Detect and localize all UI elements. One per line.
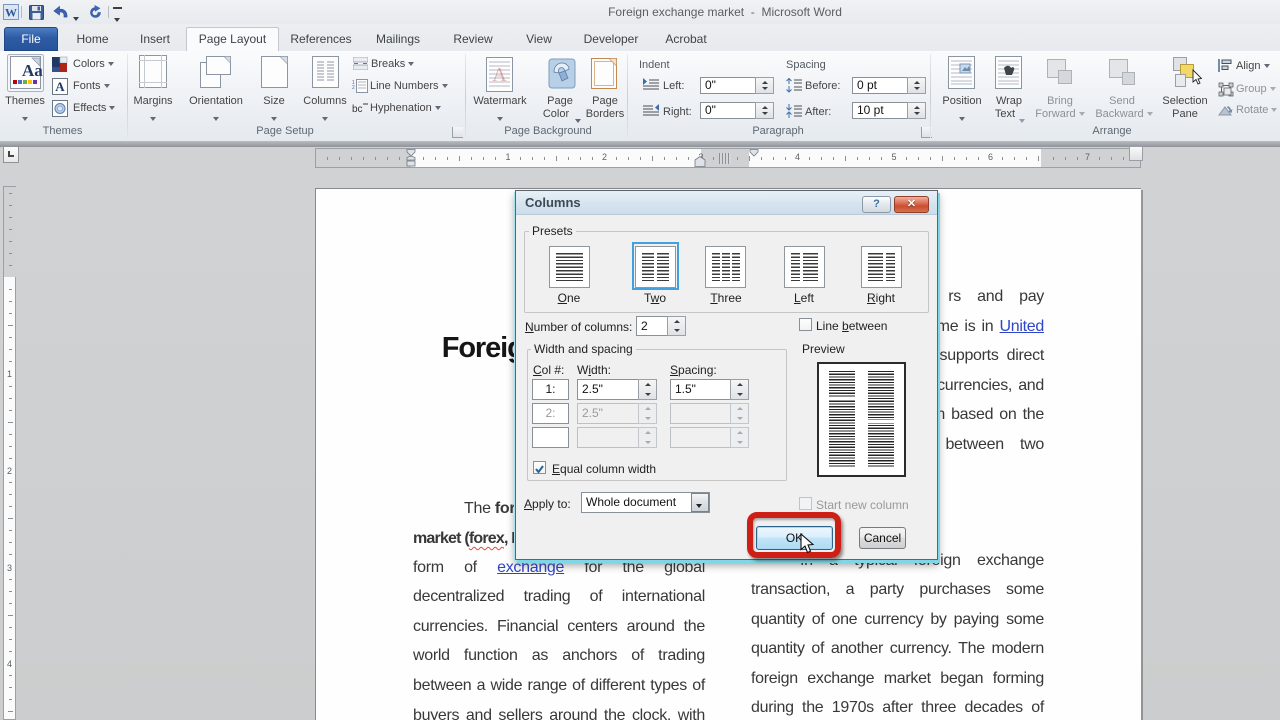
- svg-text:bc: bc: [352, 104, 363, 115]
- svg-text:A: A: [55, 79, 65, 94]
- svg-text:A: A: [492, 64, 507, 86]
- svg-text:2: 2: [352, 85, 355, 91]
- svg-text:Aa: Aa: [22, 61, 43, 80]
- svg-text:W: W: [5, 6, 17, 20]
